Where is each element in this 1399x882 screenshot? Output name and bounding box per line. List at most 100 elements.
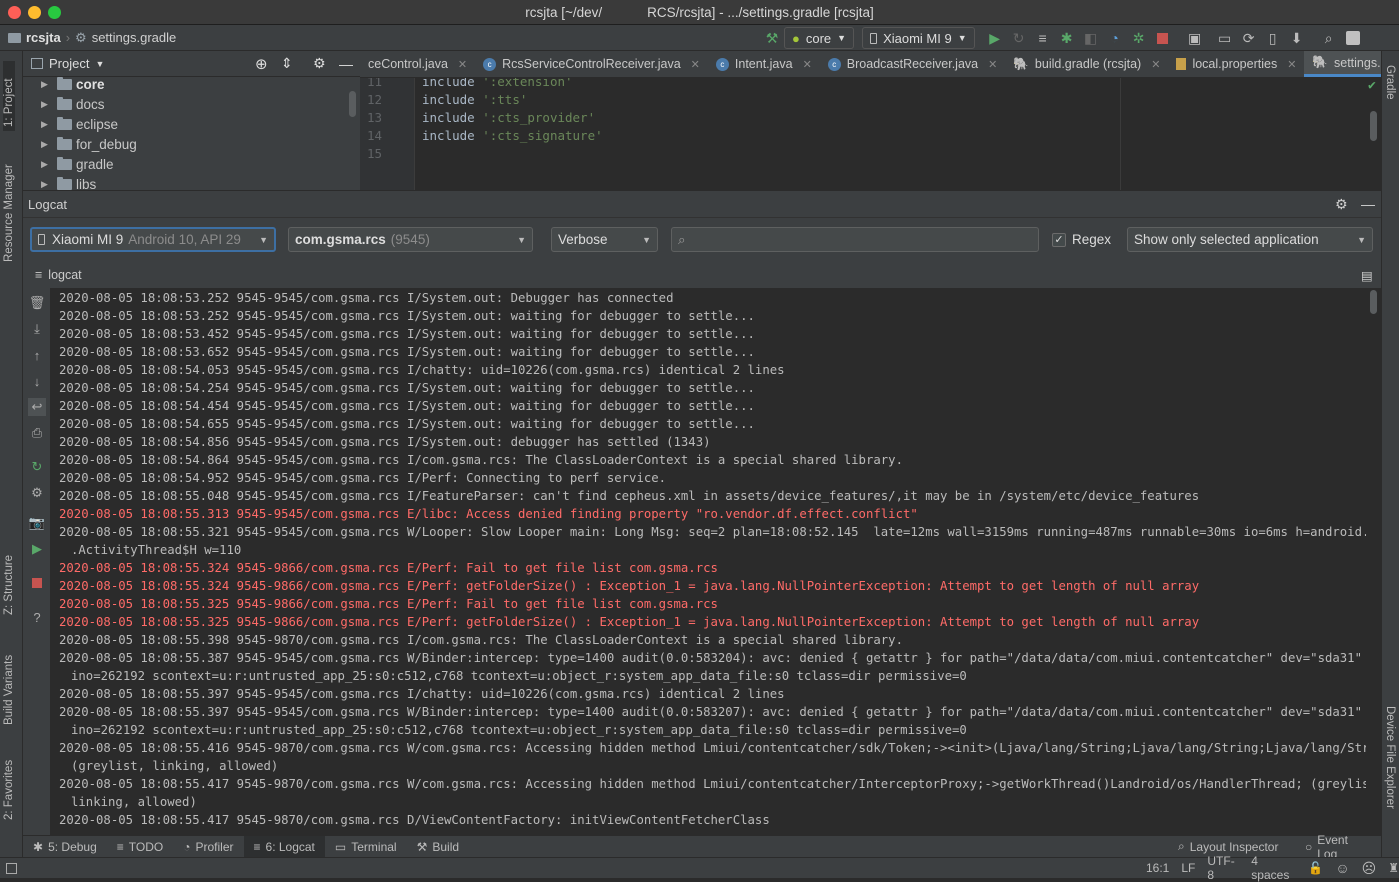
tool-tab-profiler[interactable]: ◔ Profiler	[173, 836, 243, 858]
chevron-down-icon[interactable]: ▼	[95, 59, 104, 69]
tool-windows-toggle-icon[interactable]	[6, 862, 17, 874]
expand-arrow-icon[interactable]: ▶	[41, 159, 55, 170]
restart-icon[interactable]: ↻	[28, 458, 46, 476]
tree-scrollbar[interactable]	[349, 91, 356, 117]
scroll-to-end-icon[interactable]: ⤓	[28, 320, 46, 338]
tool-tab-terminal[interactable]: ▭ Terminal	[325, 836, 407, 858]
tool-tab-resource-manager[interactable]: Resource Manager	[3, 147, 15, 262]
code-editor[interactable]: 11 include ':extension' 12 include ':tts' …	[360, 78, 1381, 190]
regex-checkbox[interactable]: ✓	[1052, 233, 1066, 247]
tree-item-for-debug[interactable]: ▶ for_debug	[23, 134, 360, 154]
close-window-button[interactable]	[8, 6, 21, 19]
trash-icon[interactable]: 🗑	[28, 294, 46, 312]
layout-icon[interactable]: ▤	[1361, 268, 1373, 283]
run-config-select[interactable]: ● core ▼	[784, 27, 855, 49]
logcat-search-input[interactable]: ⌕	[671, 227, 1039, 252]
help-icon[interactable]: ?	[28, 608, 46, 626]
tree-item-eclipse[interactable]: ▶ eclipse	[23, 114, 360, 134]
locate-file-icon[interactable]: ⊕	[255, 55, 268, 73]
tree-item-core[interactable]: ▶ core	[23, 77, 360, 94]
tool-tab-logcat[interactable]: ≡ 6: Logcat	[243, 835, 325, 858]
logcat-subtab[interactable]: logcat	[48, 268, 81, 282]
tool-tab-device-file-explorer[interactable]: Device File Explorer	[1384, 706, 1396, 809]
frown-icon[interactable]: ☹	[1362, 860, 1377, 877]
tool-tab-debug[interactable]: ✱ 5: Debug	[23, 836, 107, 858]
hide-panel-icon[interactable]: —	[339, 56, 353, 72]
logcat-output[interactable]: 2020-08-05 18:08:53.252 9545-9545/com.gs…	[50, 288, 1366, 835]
editor-tab-build-gradle[interactable]: 🐘 build.gradle (rcsjta) ✕	[1005, 51, 1168, 77]
sync-icon[interactable]: ⟳	[1237, 27, 1261, 49]
gear-icon[interactable]: ⚙	[313, 55, 326, 72]
process-select[interactable]: com.gsma.rcs (9545) ▼	[288, 227, 533, 252]
regex-label[interactable]: Regex	[1072, 232, 1111, 247]
tool-tab-build-variants[interactable]: Build Variants	[3, 635, 15, 725]
project-view-select[interactable]: Project	[49, 56, 89, 71]
tool-tab-gradle[interactable]: Gradle	[1384, 65, 1396, 100]
tool-tab-build[interactable]: ⚒ Build	[407, 836, 469, 858]
tree-item-gradle[interactable]: ▶ gradle	[23, 154, 360, 174]
sdk-manager-icon[interactable]: ⬇	[1285, 27, 1309, 49]
tree-item-docs[interactable]: ▶ docs	[23, 94, 360, 114]
avd-manager-icon[interactable]: ▯	[1261, 27, 1285, 49]
editor-tab-rcsservicecontrolreceiver[interactable]: c RcsServiceControlReceiver.java ✕	[475, 51, 708, 77]
expand-arrow-icon[interactable]: ▶	[41, 119, 55, 130]
close-tab-icon[interactable]: ✕	[458, 58, 467, 71]
build-hammer-icon[interactable]: ⚒	[760, 27, 784, 49]
hide-panel-icon[interactable]: —	[1361, 196, 1375, 212]
app-filter-select[interactable]: Show only selected application ▼	[1127, 227, 1373, 252]
editor-tab-intent[interactable]: c Intent.java ✕	[708, 51, 820, 77]
print-icon[interactable]: ⎙	[28, 424, 46, 442]
editor-scrollbar[interactable]	[1370, 111, 1377, 141]
camera-icon[interactable]: 📷	[28, 514, 46, 532]
debug-icon[interactable]: ✱	[1055, 27, 1079, 49]
editor-tab-servicecontrol[interactable]: ceControl.java ✕	[360, 51, 475, 77]
profile-icon[interactable]: ◔	[1103, 27, 1127, 49]
maximize-window-button[interactable]	[48, 6, 61, 19]
stop-icon[interactable]	[1151, 27, 1175, 49]
close-tab-icon[interactable]: ✕	[1151, 58, 1160, 71]
editor-tab-settings-gradle[interactable]: 🐘settings.gradle✕	[1304, 51, 1381, 77]
collapse-all-icon[interactable]: ⇕	[281, 55, 293, 72]
line-separator[interactable]: LF	[1181, 861, 1195, 875]
search-icon[interactable]: ⌕	[1317, 27, 1341, 49]
smiley-icon[interactable]: ☺	[1335, 860, 1349, 876]
tool-tab-structure[interactable]: Z: Structure	[3, 537, 15, 615]
apply-changes-icon[interactable]: ≡	[1031, 27, 1055, 49]
tool-tab-project[interactable]: 1: Project	[3, 61, 15, 131]
expand-arrow-icon[interactable]: ▶	[41, 139, 55, 150]
down-arrow-icon[interactable]: ↓	[28, 372, 46, 390]
log-level-select[interactable]: Verbose ▼	[551, 227, 658, 252]
gear-icon[interactable]: ⚙	[28, 484, 46, 502]
soft-wrap-icon[interactable]: ↩	[28, 398, 46, 416]
expand-arrow-icon[interactable]: ▶	[41, 79, 55, 90]
hector-icon[interactable]: ♜	[1388, 861, 1399, 875]
user-avatar-icon[interactable]	[1341, 27, 1365, 49]
expand-arrow-icon[interactable]: ▶	[41, 179, 55, 190]
record-video-icon[interactable]: ▶	[28, 540, 46, 558]
tool-tab-todo[interactable]: ≡ TODO	[107, 836, 173, 858]
logcat-scrollbar[interactable]	[1366, 288, 1381, 835]
gear-icon[interactable]: ⚙	[1335, 196, 1348, 213]
breadcrumb-file[interactable]: settings.gradle	[92, 30, 177, 45]
close-tab-icon[interactable]: ✕	[691, 58, 700, 71]
minimize-window-button[interactable]	[28, 6, 41, 19]
device-select[interactable]: Xiaomi MI 9 Android 10, API 29 ▼	[30, 227, 276, 252]
device-manager-icon[interactable]: ▣	[1183, 27, 1207, 49]
editor-tab-local-properties[interactable]: local.properties ✕	[1168, 51, 1304, 77]
device-select[interactable]: Xiaomi MI 9 ▼	[862, 27, 975, 49]
caret-position[interactable]: 16:1	[1146, 861, 1169, 875]
lock-icon[interactable]: 🔓	[1308, 861, 1323, 875]
expand-arrow-icon[interactable]: ▶	[41, 99, 55, 110]
coverage-icon[interactable]: ◧	[1079, 27, 1103, 49]
up-arrow-icon[interactable]: ↑	[28, 346, 46, 364]
run-icon[interactable]: ▶	[983, 27, 1007, 49]
tree-item-libs[interactable]: ▶ libs	[23, 174, 360, 190]
logcat-scroll-thumb[interactable]	[1370, 290, 1377, 314]
breadcrumb-project[interactable]: rcsjta	[26, 30, 61, 45]
close-tab-icon[interactable]: ✕	[988, 58, 997, 71]
editor-tab-broadcastreceiver[interactable]: c BroadcastReceiver.java ✕	[820, 51, 1006, 77]
rerun-icon[interactable]: ↻	[1007, 27, 1031, 49]
tool-tab-favorites[interactable]: 2: Favorites	[3, 745, 15, 820]
stop-icon[interactable]	[28, 574, 46, 592]
attach-debugger-icon[interactable]: ✲	[1127, 27, 1151, 49]
